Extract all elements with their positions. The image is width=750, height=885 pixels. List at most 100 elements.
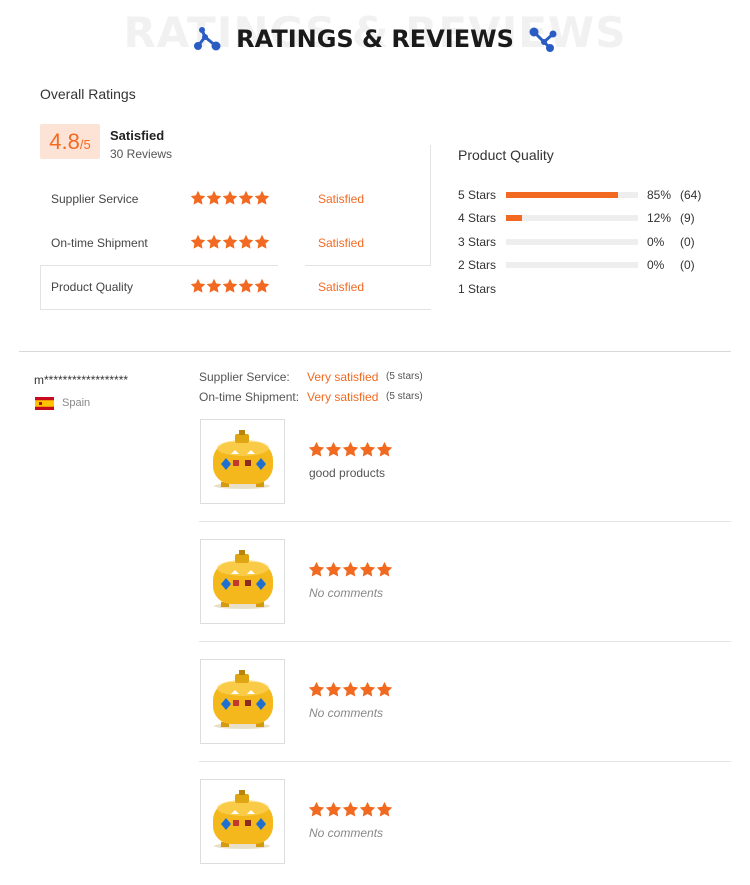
- bar-percent: 85%: [647, 188, 672, 202]
- bar-track: [506, 192, 638, 198]
- bar-count: (0): [680, 235, 695, 249]
- review-comment: No comments: [309, 586, 384, 600]
- star-icon: [190, 234, 206, 250]
- divider: [305, 265, 431, 266]
- divider: [199, 641, 731, 642]
- rating-label: Product Quality: [51, 280, 134, 294]
- meta-label: On-time Shipment:: [199, 390, 300, 404]
- star-icon: [325, 801, 342, 818]
- page-title-text: RATINGS & REVIEWS: [236, 25, 514, 53]
- divider: [199, 521, 731, 522]
- review-count: 30 Reviews: [110, 147, 173, 161]
- section-header: RATINGS & REVIEWS RATINGS & REVIEWS: [0, 0, 750, 70]
- star-icon: [376, 441, 393, 458]
- star-icon: [308, 681, 325, 698]
- rating-status: Satisfied: [318, 280, 365, 294]
- star-icon: [190, 190, 206, 206]
- star-icon: [206, 190, 222, 206]
- overall-ratings-label: Overall Ratings: [40, 86, 136, 102]
- star-icon: [190, 278, 206, 294]
- star-icon: [376, 801, 393, 818]
- bar-percent: 0%: [647, 235, 665, 249]
- review-comment: No comments: [309, 826, 384, 840]
- overall-score-max: /5: [79, 137, 91, 152]
- star-icon: [238, 234, 254, 250]
- reviewer-country: Spain: [62, 397, 91, 409]
- meta-value: Very satisfied: [307, 370, 379, 384]
- meta-stars: (5 stars): [386, 391, 423, 402]
- bar-track: [506, 239, 638, 245]
- star-icon: [254, 234, 270, 250]
- rating-row-product-quality[interactable]: Product Quality Satisfied: [40, 266, 430, 310]
- star-icon: [238, 278, 254, 294]
- divider: [40, 265, 278, 266]
- star-icon: [359, 441, 376, 458]
- meta-value: Very satisfied: [307, 390, 379, 404]
- product-thumbnail[interactable]: [200, 539, 285, 624]
- star-rating: [308, 441, 393, 463]
- bar-percent: 0%: [647, 258, 665, 272]
- bar-label: 4 Stars: [458, 211, 497, 225]
- star-rating: [308, 561, 393, 583]
- spain-flag-icon: [35, 397, 54, 410]
- star-icon: [222, 278, 238, 294]
- rating-label: On-time Shipment: [51, 236, 148, 250]
- star-rating: [308, 801, 393, 823]
- star-icon: [376, 681, 393, 698]
- star-icon: [376, 561, 393, 578]
- star-icon: [254, 190, 270, 206]
- rating-label: Supplier Service: [51, 192, 139, 206]
- star-icon: [342, 801, 359, 818]
- reviewer-name: m******************: [34, 373, 129, 387]
- overall-summary: Satisfied: [110, 128, 165, 143]
- star-icon: [222, 190, 238, 206]
- star-icon: [325, 441, 342, 458]
- star-icon: [222, 234, 238, 250]
- quality-bar-row: 4 Stars 12% (9): [458, 210, 718, 226]
- rating-status: Satisfied: [318, 192, 365, 206]
- star-icon: [206, 278, 222, 294]
- star-rating: [190, 278, 270, 299]
- molecule-icon: [192, 26, 222, 52]
- bar-label: 2 Stars: [458, 258, 497, 272]
- star-icon: [342, 681, 359, 698]
- quality-bar-row: 1 Stars: [458, 281, 718, 297]
- star-icon: [325, 561, 342, 578]
- product-quality-title: Product Quality: [458, 147, 554, 163]
- review-comment: good products: [309, 466, 386, 480]
- bar-fill: [506, 192, 619, 198]
- bar-fill: [506, 215, 522, 221]
- overall-score: 4.8: [49, 129, 80, 154]
- bar-percent: 12%: [647, 211, 672, 225]
- rating-row-on-time-shipment: On-time Shipment Satisfied: [40, 222, 430, 266]
- product-thumbnail[interactable]: [200, 659, 285, 744]
- star-rating: [190, 190, 270, 211]
- star-icon: [308, 441, 325, 458]
- product-thumbnail[interactable]: [200, 779, 285, 864]
- star-rating: [190, 234, 270, 255]
- divider: [430, 145, 431, 265]
- meta-label: Supplier Service:: [199, 370, 290, 384]
- rating-status: Satisfied: [318, 236, 365, 250]
- star-rating: [308, 681, 393, 703]
- supplier-service-rating: Supplier Service: Very satisfied (5 star…: [199, 370, 423, 384]
- review-comment: No comments: [309, 706, 384, 720]
- star-icon: [359, 681, 376, 698]
- divider: [40, 309, 431, 310]
- star-icon: [342, 441, 359, 458]
- star-icon: [359, 801, 376, 818]
- star-icon: [342, 561, 359, 578]
- star-icon: [308, 561, 325, 578]
- section-divider: [19, 351, 731, 352]
- product-thumbnail[interactable]: [200, 419, 285, 504]
- bar-count: (9): [680, 211, 695, 225]
- bar-track: [506, 215, 638, 221]
- quality-bar-row: 2 Stars 0% (0): [458, 257, 718, 273]
- bar-label: 3 Stars: [458, 235, 497, 249]
- star-icon: [238, 190, 254, 206]
- divider: [40, 265, 41, 310]
- star-icon: [359, 561, 376, 578]
- star-icon: [254, 278, 270, 294]
- review-item: No comments: [199, 779, 731, 885]
- page-title: RATINGS & REVIEWS: [0, 24, 750, 53]
